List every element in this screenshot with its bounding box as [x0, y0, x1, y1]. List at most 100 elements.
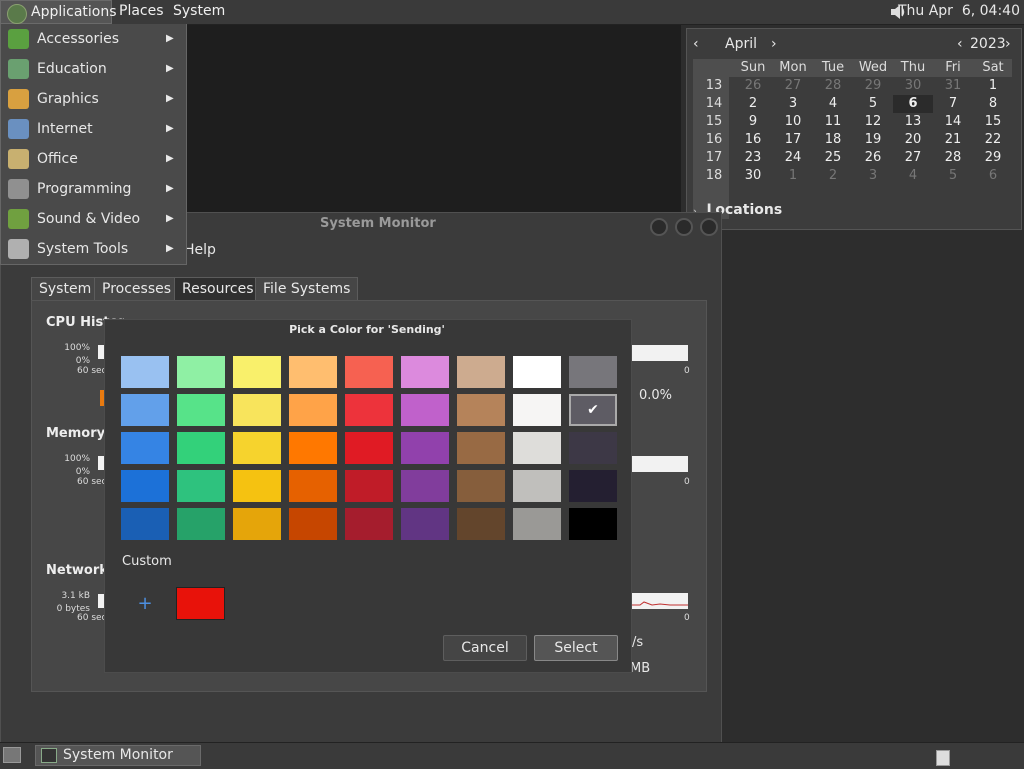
color-swatch[interactable] — [457, 470, 505, 502]
calendar-day[interactable]: 24 — [773, 149, 813, 167]
color-swatch[interactable] — [401, 394, 449, 426]
calendar-day[interactable]: 5 — [933, 167, 973, 185]
color-swatch[interactable] — [121, 356, 169, 388]
show-desktop-icon[interactable] — [3, 747, 21, 763]
calendar-day[interactable]: 25 — [813, 149, 853, 167]
calendar-day[interactable]: 2 — [813, 167, 853, 185]
apps-menu-item-sound-video[interactable]: Sound & Video ▶ — [1, 204, 186, 234]
calendar-day[interactable]: 18 — [813, 131, 853, 149]
calendar-day[interactable]: 5 — [853, 95, 893, 113]
color-swatch[interactable] — [345, 508, 393, 540]
calendar-day[interactable]: 29 — [973, 149, 1013, 167]
color-swatch[interactable] — [233, 508, 281, 540]
color-swatch[interactable] — [289, 470, 337, 502]
color-swatch[interactable] — [121, 432, 169, 464]
calendar-day[interactable]: 9 — [733, 113, 773, 131]
apps-menu-item-programming[interactable]: Programming ▶ — [1, 174, 186, 204]
calendar-day[interactable]: 4 — [813, 95, 853, 113]
tab-system[interactable]: System — [31, 277, 100, 301]
prev-year-button[interactable]: ‹ — [957, 35, 963, 53]
color-swatch[interactable] — [121, 508, 169, 540]
color-swatch[interactable] — [289, 508, 337, 540]
cancel-button[interactable]: Cancel — [443, 635, 527, 661]
calendar-day[interactable]: 31 — [933, 77, 973, 95]
calendar-day[interactable]: 30 — [733, 167, 773, 185]
color-swatch[interactable] — [401, 356, 449, 388]
calendar-day[interactable]: 27 — [893, 149, 933, 167]
color-swatch[interactable] — [121, 470, 169, 502]
prev-month-button[interactable]: ‹ — [693, 35, 699, 53]
color-swatch[interactable] — [569, 470, 617, 502]
color-swatch[interactable] — [345, 356, 393, 388]
calendar-day[interactable]: 26 — [733, 77, 773, 95]
applications-menu[interactable]: Applications — [0, 0, 117, 24]
color-swatch[interactable] — [177, 394, 225, 426]
calendar-day[interactable]: 11 — [813, 113, 853, 131]
calendar-day[interactable]: 7 — [933, 95, 973, 113]
calendar-day[interactable]: 15 — [973, 113, 1013, 131]
window-maximize-button[interactable] — [675, 218, 693, 236]
color-swatch[interactable] — [177, 432, 225, 464]
calendar-day[interactable]: 1 — [773, 167, 813, 185]
calendar-day[interactable]: 17 — [773, 131, 813, 149]
taskbar-item-system-monitor[interactable]: System Monitor — [35, 745, 201, 766]
custom-color-swatch[interactable] — [176, 587, 225, 620]
calendar-day[interactable]: 29 — [853, 77, 893, 95]
calendar-day[interactable]: 20 — [893, 131, 933, 149]
color-swatch[interactable] — [177, 470, 225, 502]
calendar-day[interactable]: 12 — [853, 113, 893, 131]
calendar-day-today[interactable]: 6 — [893, 95, 933, 113]
color-swatch[interactable] — [513, 470, 561, 502]
apps-menu-item-graphics[interactable]: Graphics ▶ — [1, 84, 186, 114]
color-swatch[interactable] — [401, 508, 449, 540]
color-swatch[interactable] — [233, 394, 281, 426]
color-swatch[interactable] — [289, 356, 337, 388]
color-swatch[interactable] — [233, 356, 281, 388]
color-swatch[interactable] — [289, 394, 337, 426]
calendar-day[interactable]: 2 — [733, 95, 773, 113]
window-close-button[interactable] — [650, 218, 668, 236]
calendar-day[interactable]: 28 — [933, 149, 973, 167]
color-swatch[interactable] — [177, 508, 225, 540]
calendar-day[interactable]: 4 — [893, 167, 933, 185]
clock[interactable]: Thu Apr 6, 04:40 — [898, 0, 1020, 24]
calendar-day[interactable]: 8 — [973, 95, 1013, 113]
color-swatch[interactable] — [345, 470, 393, 502]
color-swatch[interactable] — [177, 356, 225, 388]
color-swatch[interactable] — [345, 432, 393, 464]
calendar-day[interactable]: 27 — [773, 77, 813, 95]
system-menu[interactable]: System — [166, 0, 232, 24]
calendar-day[interactable]: 30 — [893, 77, 933, 95]
color-swatch-selected[interactable]: ✔ — [569, 394, 617, 426]
calendar-day[interactable]: 19 — [853, 131, 893, 149]
calendar-day[interactable]: 10 — [773, 113, 813, 131]
calendar-day[interactable]: 22 — [973, 131, 1013, 149]
color-swatch[interactable] — [457, 432, 505, 464]
color-swatch[interactable] — [457, 356, 505, 388]
color-swatch[interactable] — [457, 508, 505, 540]
tab-file-systems[interactable]: File Systems — [255, 277, 359, 301]
tab-processes[interactable]: Processes — [94, 277, 180, 301]
next-month-button[interactable]: › — [771, 35, 777, 53]
calendar-day[interactable]: 6 — [973, 167, 1013, 185]
calendar-day[interactable]: 3 — [853, 167, 893, 185]
calendar-day[interactable]: 13 — [893, 113, 933, 131]
apps-menu-item-internet[interactable]: Internet ▶ — [1, 114, 186, 144]
calendar-day[interactable]: 28 — [813, 77, 853, 95]
add-custom-color-icon[interactable]: + — [135, 594, 155, 614]
trash-icon[interactable] — [936, 750, 950, 766]
apps-menu-item-education[interactable]: Education ▶ — [1, 54, 186, 84]
calendar-day[interactable]: 21 — [933, 131, 973, 149]
color-swatch[interactable] — [121, 394, 169, 426]
calendar-day[interactable]: 1 — [973, 77, 1013, 95]
calendar-day[interactable]: 3 — [773, 95, 813, 113]
apps-menu-item-office[interactable]: Office ▶ — [1, 144, 186, 174]
color-swatch[interactable] — [569, 508, 617, 540]
color-swatch[interactable] — [569, 356, 617, 388]
select-button[interactable]: Select — [534, 635, 618, 661]
help-menu[interactable]: Help — [184, 242, 216, 258]
tab-resources[interactable]: Resources — [174, 277, 262, 301]
color-swatch[interactable] — [289, 432, 337, 464]
color-swatch[interactable] — [513, 356, 561, 388]
calendar-day[interactable]: 14 — [933, 113, 973, 131]
